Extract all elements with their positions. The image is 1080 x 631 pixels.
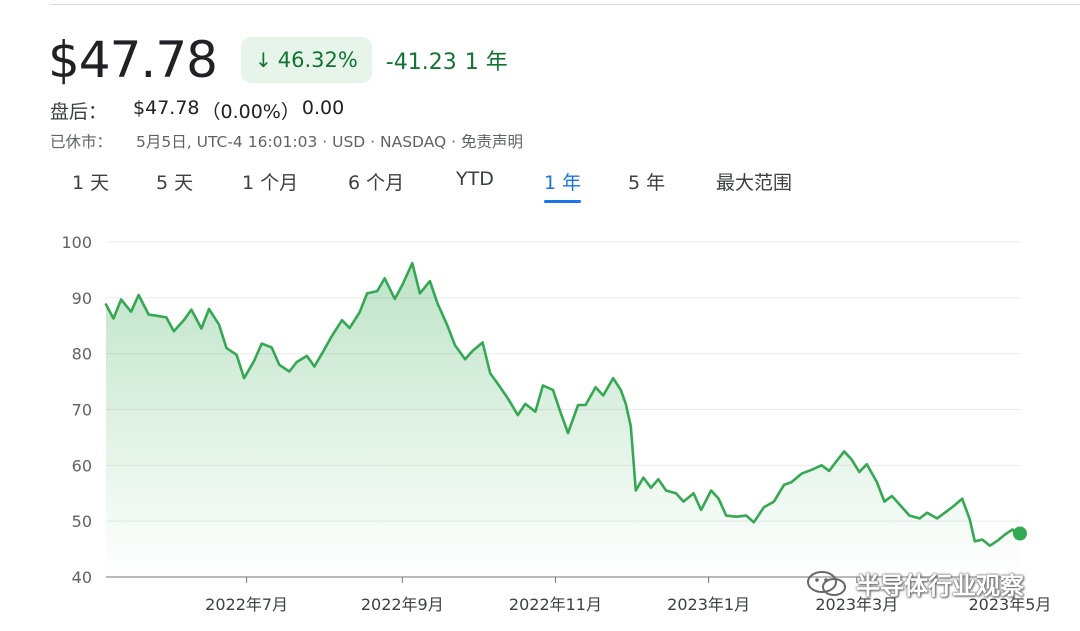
- y-tick-label-100: 100: [61, 233, 92, 252]
- y-tick-label-80: 80: [72, 345, 92, 364]
- y-tick-label-40: 40: [72, 568, 92, 587]
- x-tick-label-1: 2022年9月: [361, 595, 444, 614]
- x-tick-label-3: 2023年1月: [667, 595, 750, 614]
- watermark-text: 半导体行业观察: [856, 572, 1024, 600]
- wechat-icon: [807, 570, 846, 596]
- last-price-dot: [1013, 526, 1027, 541]
- price-chart[interactable]: 40 50 60 70 80 90 100 2022年7月 2022年9月 2022年11月 202…: [0, 0, 1080, 631]
- y-tick-label-50: 50: [72, 512, 92, 531]
- y-tick-label-90: 90: [72, 289, 92, 308]
- x-tick-label-2: 2022年11月: [509, 595, 602, 614]
- watermark: 半导体行业观察: [806, 566, 1024, 601]
- y-tick-label-70: 70: [72, 401, 92, 420]
- x-tick-label-0: 2022年7月: [205, 595, 288, 614]
- y-tick-label-60: 60: [72, 456, 92, 475]
